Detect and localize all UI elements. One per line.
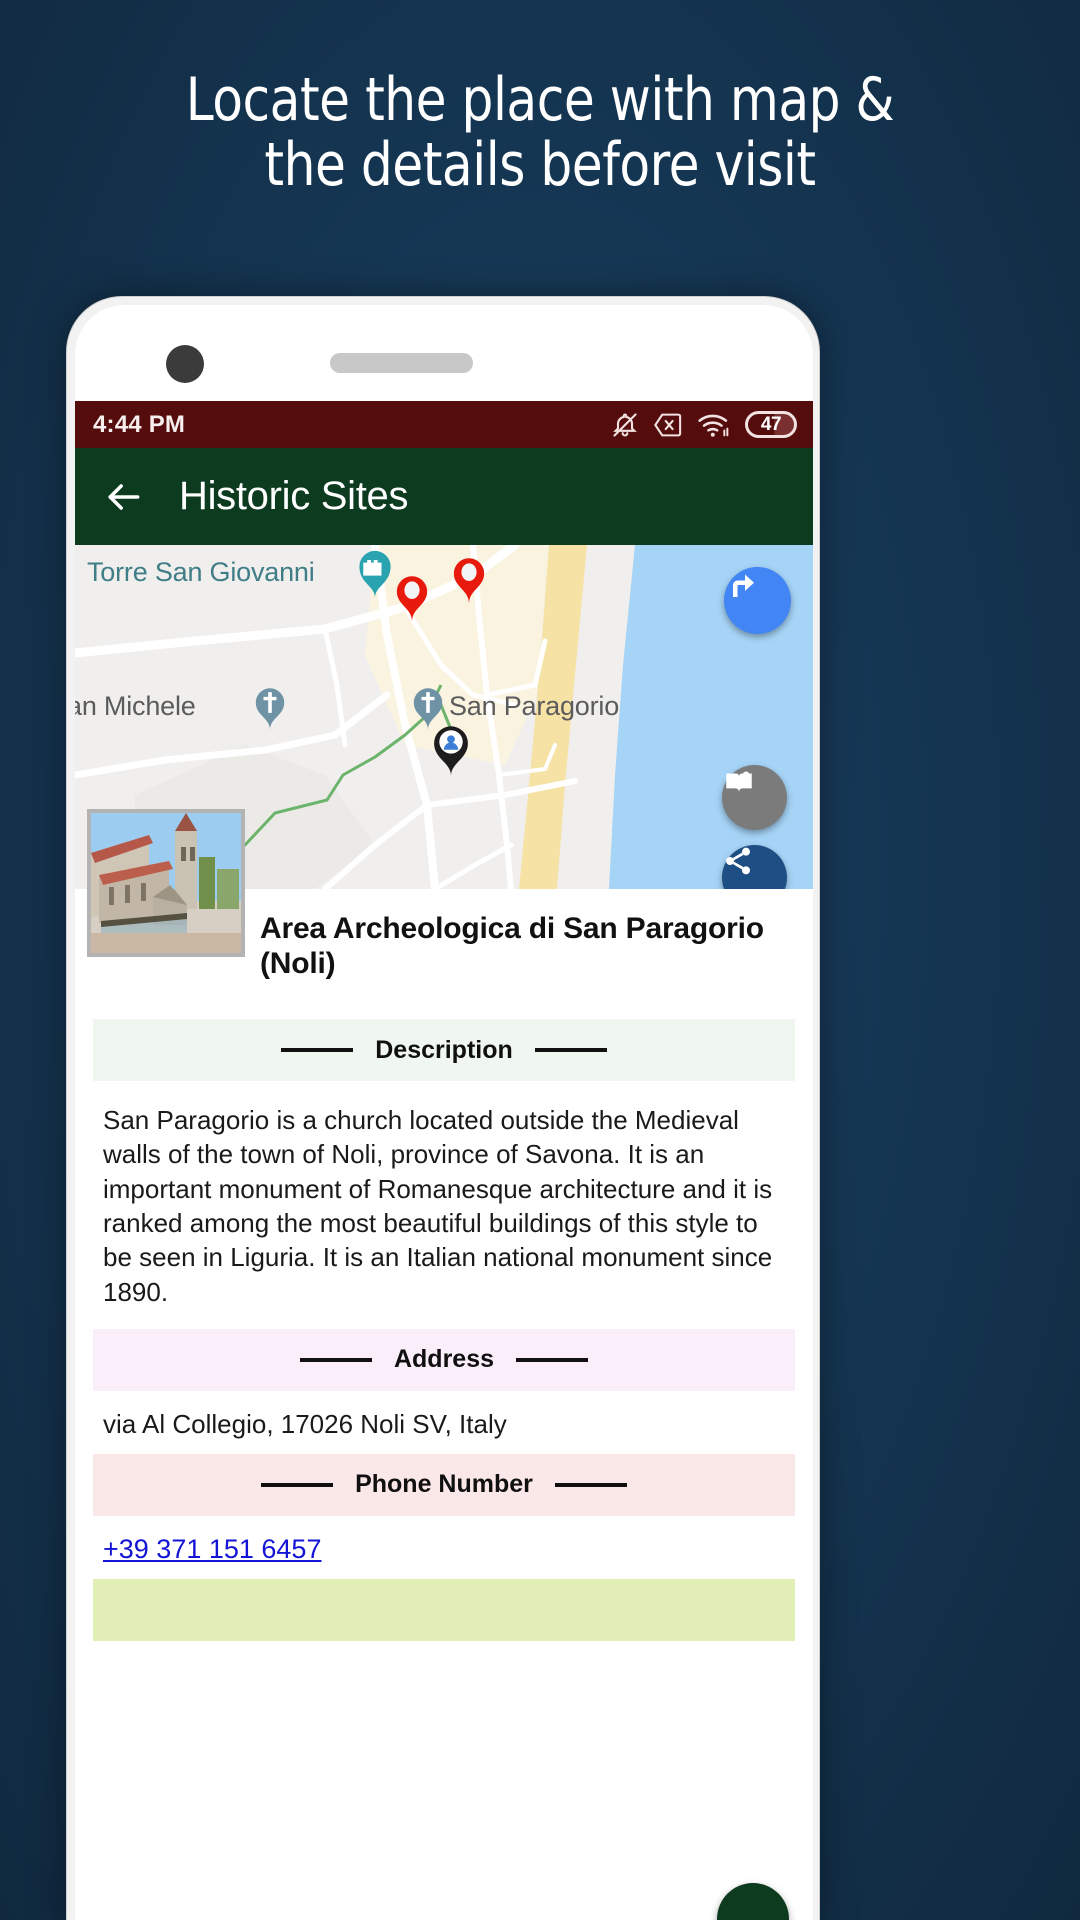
phone-bezel-top <box>75 305 813 401</box>
sim-card-off-icon <box>653 411 683 439</box>
promo-screenshot: Locate the place with map & the details … <box>0 0 1080 1920</box>
divider-right <box>534 1048 607 1052</box>
divider-left <box>281 1048 354 1052</box>
phone-screen: 4:44 PM 47 Historic Sites Torre San Giov… <box>75 401 813 1920</box>
place-thumbnail[interactable] <box>87 809 245 957</box>
status-time: 4:44 PM <box>93 410 186 438</box>
directions-button[interactable] <box>724 567 791 634</box>
divider-right <box>554 1482 627 1487</box>
address-text: via Al Collegio, 17026 Noli SV, Italy <box>103 1408 507 1439</box>
map-label-san-paragorio: San Paragorio <box>449 691 620 721</box>
earpiece-speaker <box>330 353 473 373</box>
map-label-torre-san-giovanni: Torre San Giovanni <box>87 557 315 587</box>
app-bar-title: Historic Sites <box>179 474 409 518</box>
section-label-address: Address <box>393 1345 495 1374</box>
section-header-phone: Phone Number <box>93 1453 795 1516</box>
place-header-card: Area Archeologica di San Paragorio (Noli… <box>75 809 813 1019</box>
details-button[interactable] <box>722 765 787 830</box>
front-camera-icon <box>166 345 204 383</box>
section-label-phone: Phone Number <box>355 1470 533 1499</box>
section-label-description: Description <box>375 1035 513 1064</box>
battery-percent: 47 <box>760 414 782 435</box>
divider-right <box>516 1357 589 1362</box>
status-icon-group: 47 <box>611 410 797 440</box>
back-arrow-icon[interactable] <box>101 475 145 519</box>
phone-inner: 4:44 PM 47 Historic Sites Torre San Giov… <box>75 305 813 1920</box>
promo-headline-line-2: the details before visit <box>264 129 816 200</box>
section-header-next <box>93 1578 795 1920</box>
status-bar: 4:44 PM 47 <box>75 401 813 448</box>
promo-headline: Locate the place with map & the details … <box>38 68 1042 198</box>
bell-off-icon <box>611 410 639 440</box>
battery-icon: 47 <box>745 411 797 438</box>
app-bar: Historic Sites <box>75 448 813 545</box>
promo-headline-line-1: Locate the place with map & <box>185 65 895 135</box>
description-text: San Paragorio is a church located outsid… <box>103 1105 773 1307</box>
place-title: Area Archeologica di San Paragorio (Noli… <box>260 912 764 981</box>
church-photo <box>91 813 241 953</box>
section-header-address: Address <box>93 1328 795 1391</box>
map-label-san-michele: an Michele <box>75 691 196 721</box>
divider-left <box>261 1482 334 1487</box>
phone-mockup: 4:44 PM 47 Historic Sites Torre San Giov… <box>66 296 820 1920</box>
scroll-fab[interactable] <box>717 1883 789 1920</box>
divider-left <box>299 1357 372 1362</box>
section-header-description: Description <box>93 1019 795 1081</box>
phone-number-link[interactable]: +39 371 151 6457 <box>75 1516 813 1579</box>
wifi-icon <box>697 411 731 439</box>
